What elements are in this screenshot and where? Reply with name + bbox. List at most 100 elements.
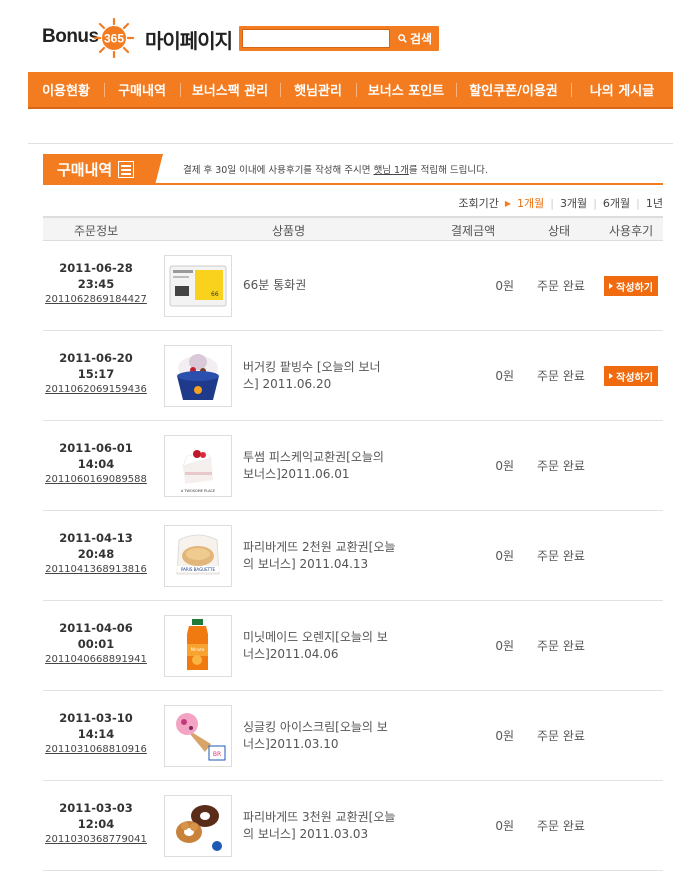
logo-number: 365 [104,32,124,46]
order-time: 20:48 [77,547,115,561]
arrow-right-icon [609,283,614,289]
product-name-line1: 파리바게뜨 3천원 교환권[오늘 [243,810,396,824]
product-name-link[interactable]: 66분 통화권 [243,277,418,294]
sun-icon: 365 [93,17,135,59]
order-info: 2011-03-03 12:04 2011030368779041 [43,800,149,848]
order-number-link[interactable]: 2011041368913816 [43,562,149,578]
order-date: 2011-06-28 [59,261,133,275]
nav-item-7[interactable]: 나의 게시글 [571,71,673,108]
col-status: 상태 [548,224,571,238]
order-date: 2011-04-13 [59,531,133,545]
product-thumbnail[interactable] [164,795,232,857]
separator: | [550,196,554,210]
col-order-info: 주문정보 [74,224,119,238]
notice-highlight: 햇님 1개 [373,165,409,176]
order-status: 주문 완료 [537,819,585,833]
arrow-right-icon: ▶ [504,198,511,208]
nav-item-5[interactable]: 보너스 포인트 [356,71,456,108]
product-name-line2: 너스]2011.04.06 [243,647,339,661]
product-thumbnail[interactable] [164,345,232,407]
col-review: 사용후기 [609,224,654,238]
product-name-line1: 버거킹 팥빙수 [오늘의 보너 [243,360,381,374]
order-number-link[interactable]: 2011062069159436 [43,382,149,398]
arrow-right-icon [609,373,614,379]
order-status: 주문 완료 [537,549,585,563]
order-time: 15:17 [77,367,115,381]
svg-text:Minute: Minute [191,647,205,652]
product-name-line2: 의 보너스] 2011.04.13 [243,557,369,571]
svg-text:BR: BR [213,751,221,758]
order-time: 00:01 [77,637,115,651]
product-name-line2: 보너스]2011.06.01 [243,467,350,481]
search-icon [398,34,407,43]
order-time: 14:14 [77,727,115,741]
svg-text:A TWOSOME PLACE: A TWOSOME PLACE [181,489,215,493]
section-underline [43,183,663,185]
nav-item-4[interactable]: 햇님관리 [280,71,356,108]
period-filter: 조회기간 ▶ 1개월 | 3개월 | 6개월 | 1년 [458,195,663,211]
product-name-link[interactable]: 파리바게뜨 2천원 교환권[오늘 의 보너스] 2011.04.13 [243,539,418,573]
product-thumbnail[interactable]: BR [164,705,232,767]
separator: | [593,196,597,210]
write-review-button[interactable]: 작성하기 [604,276,658,296]
write-review-button[interactable]: 작성하기 [604,366,658,386]
payment-amount: 0원 [495,459,514,473]
order-date: 2011-06-01 [59,441,133,455]
order-info: 2011-06-01 14:04 2011060169089588 [43,440,149,488]
order-row: 2011-04-13 20:48 2011041368913816 PARIS BAG… [43,511,663,601]
order-number-link[interactable]: 2011040668891941 [43,652,149,668]
nav-item-1[interactable]: 이용현황 [28,71,104,108]
order-row: 2011-04-06 00:01 2011040668891941 Minute 미닛메… [43,601,663,691]
product-name-link[interactable]: 투썸 피스케익교환권[오늘의 보너스]2011.06.01 [243,449,418,483]
product-name-line1: 66분 통화권 [243,278,307,292]
product-name-link[interactable]: 싱글킹 아이스크림[오늘의 보너스]2011.03.10 [243,719,418,753]
nav-item-2[interactable]: 구매내역 [104,71,180,108]
bonus365-logo[interactable]: Bonus 365 [42,14,142,64]
product-name-line1: 싱글킹 아이스크림[오늘의 보 [243,720,388,734]
write-review-label: 작성하기 [616,372,653,384]
search-input[interactable] [242,29,390,48]
order-date: 2011-06-20 [59,351,133,365]
product-name-link[interactable]: 미닛메이드 오렌지[오늘의 보너스]2011.04.06 [243,629,418,663]
product-name-line1: 미닛메이드 오렌지[오늘의 보 [243,630,388,644]
order-status: 주문 완료 [537,279,585,293]
notice-text-end: 를 적립해 드립니다. [408,165,488,176]
period-3-months[interactable]: 3개월 [560,195,587,211]
product-name-line2: 너스]2011.03.10 [243,737,339,751]
divider [28,143,673,144]
order-date: 2011-03-10 [59,711,133,725]
period-1-month[interactable]: 1개월 [517,195,544,211]
search-button[interactable]: 검색 [393,28,437,49]
nav-item-6[interactable]: 할인쿠폰/이용권 [456,71,571,108]
payment-amount: 0원 [495,819,514,833]
nav-item-3[interactable]: 보너스팩 관리 [180,71,280,108]
order-number-link[interactable]: 2011030368779041 [43,832,149,848]
order-time: 14:04 [77,457,115,471]
page-title: 마이페이지 [145,29,233,53]
product-name-link[interactable]: 파리바게뜨 3천원 교환권[오늘 의 보너스] 2011.03.03 [243,809,418,843]
product-thumbnail[interactable]: 66 [164,255,232,317]
period-1-year[interactable]: 1년 [646,195,663,211]
product-name-line2: 스] 2011.06.20 [243,377,332,391]
header: Bonus 365 마이페이지 검색 [0,0,700,68]
order-status: 주문 완료 [537,369,585,383]
logo-text: Bonus [42,26,99,47]
table-header: 주문정보 상품명 결제금액 상태 사용후기 [43,216,663,241]
order-number-link[interactable]: 2011060169089588 [43,472,149,488]
separator: | [636,196,640,210]
period-6-months[interactable]: 6개월 [603,195,630,211]
order-number-link[interactable]: 2011062869184427 [43,292,149,308]
order-info: 2011-04-06 00:01 2011040668891941 [43,620,149,668]
product-thumbnail[interactable]: Minute [164,615,232,677]
product-name-link[interactable]: 버거킹 팥빙수 [오늘의 보너스] 2011.06.20 [243,359,418,393]
order-date: 2011-04-06 [59,621,133,635]
order-info: 2011-03-10 14:14 2011031068810916 [43,710,149,758]
main-nav: 이용현황 구매내역 보너스팩 관리 햇님관리 보너스 포인트 할인쿠폰/이용권 나의 게시글 [28,72,673,109]
order-number-link[interactable]: 2011031068810916 [43,742,149,758]
order-info: 2011-06-28 23:45 2011062869184427 [43,260,149,308]
product-thumbnail[interactable]: A TWOSOME PLACE [164,435,232,497]
product-thumbnail[interactable]: PARIS BAGUETTE [164,525,232,587]
order-time: 23:45 [77,277,115,291]
payment-amount: 0원 [495,549,514,563]
order-info: 2011-04-13 20:48 2011041368913816 [43,530,149,578]
